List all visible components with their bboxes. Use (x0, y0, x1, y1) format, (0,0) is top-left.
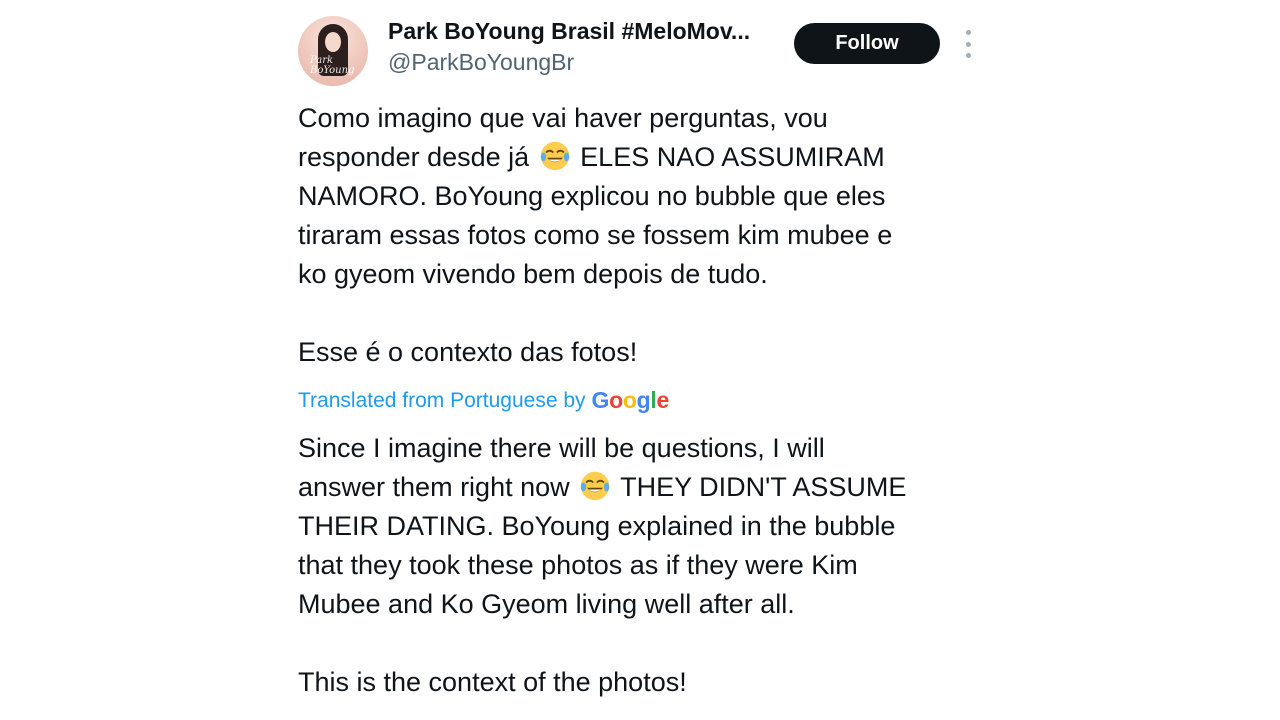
original-text-part-2: ELES NAO ASSUMIRAM NAMORO. BoYoung expli… (298, 142, 893, 367)
user-handle[interactable]: @ParkBoYoungBr (388, 49, 574, 76)
tweet-header: Park BoYoung Park BoYoung Brasil #MeloMov… (298, 14, 988, 88)
face-with-tears-of-joy-icon (580, 471, 610, 501)
avatar-signature: Park BoYoung (310, 55, 355, 76)
more-dot (965, 41, 971, 47)
display-name[interactable]: Park BoYoung Brasil #MeloMov... (388, 18, 778, 45)
tweet-original-text: Como imagino que vai haver perguntas, vo… (298, 99, 988, 372)
translation-text-part-2: THEY DIDN'T ASSUME THEIR DATING. BoYoung… (298, 472, 907, 697)
avatar[interactable]: Park BoYoung (298, 16, 368, 86)
tweet-translation-text: Since I imagine there will be questions,… (298, 429, 988, 702)
face-with-tears-of-joy-icon (540, 141, 569, 171)
avatar-face (325, 32, 341, 52)
follow-button[interactable]: Follow (794, 23, 940, 64)
tweet: Park BoYoung Park BoYoung Brasil #MeloMov… (298, 14, 988, 697)
more-dot (965, 30, 971, 35)
translation-attribution[interactable]: Translated from Portuguese by Google (298, 387, 669, 414)
translated-from-label: Translated from Portuguese by (298, 388, 586, 412)
more-options-icon[interactable] (958, 30, 978, 58)
more-dot (965, 53, 971, 58)
google-logo: Google (591, 387, 670, 413)
